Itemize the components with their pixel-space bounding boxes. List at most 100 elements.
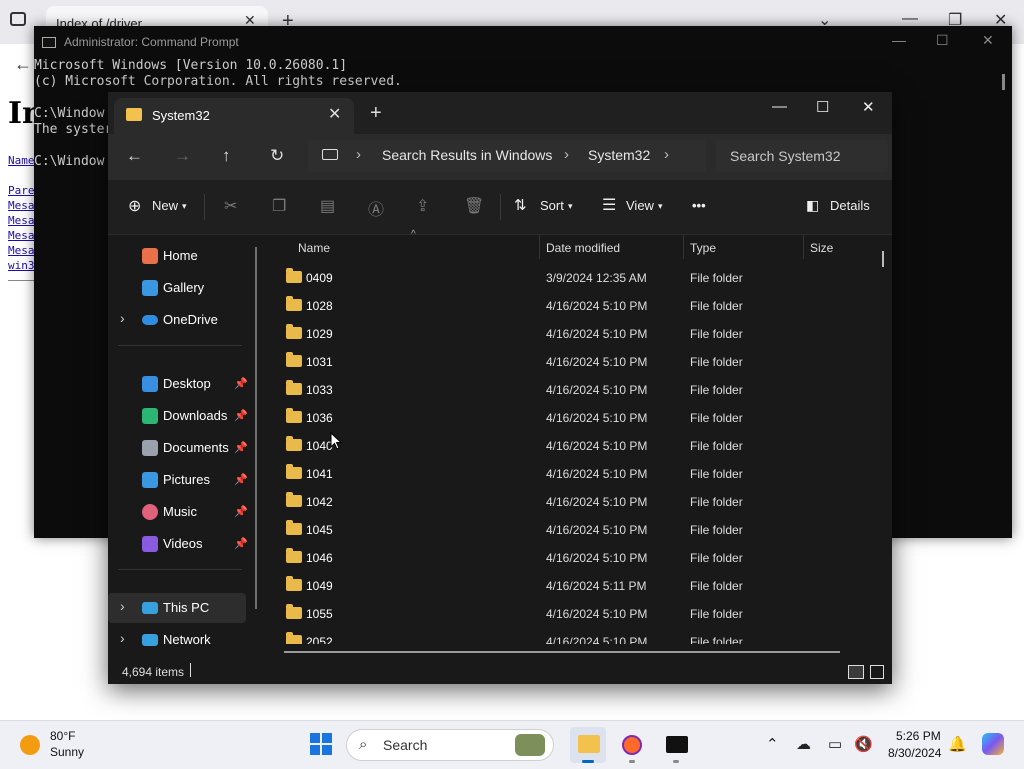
page-link[interactable]: Mesa [8,214,35,227]
pin-icon[interactable]: 📌 [234,537,248,550]
table-row[interactable]: 1028 4/16/2024 5:10 PM File folder [276,292,866,320]
pin-icon[interactable]: 📌 [234,505,248,518]
chevron-right-icon[interactable]: › [120,598,125,614]
horizontal-scrollbar[interactable] [284,651,840,653]
tab-list-icon[interactable] [10,12,26,26]
table-row[interactable]: 1049 4/16/2024 5:11 PM File folder [276,572,866,600]
sidebar-item-downloads[interactable]: Downloads 📌 [108,401,248,431]
breadcrumb[interactable]: System32 [588,147,650,163]
column-divider[interactable] [539,235,540,259]
chevron-right-icon[interactable]: › [120,630,125,646]
sidebar-item-videos[interactable]: Videos 📌 [108,529,248,559]
table-row[interactable]: 1041 4/16/2024 5:10 PM File folder [276,460,866,488]
chevron-right-icon[interactable]: › [564,146,569,163]
scrollbar[interactable] [1002,74,1005,90]
page-link[interactable]: Mesa [8,229,35,242]
table-row[interactable]: 1046 4/16/2024 5:10 PM File folder [276,544,866,572]
paste-icon[interactable]: ▤ [320,196,335,216]
close-button[interactable]: ✕ [862,98,875,116]
column-divider[interactable] [683,235,684,259]
chevron-right-icon[interactable]: › [664,146,669,163]
address-bar[interactable]: › Search Results in Windows › System32 › [308,140,706,172]
table-row[interactable]: 1045 4/16/2024 5:10 PM File folder [276,516,866,544]
start-button[interactable] [310,733,332,755]
close-button[interactable]: ✕ [982,32,994,49]
share-icon[interactable]: ⇪ [416,196,429,216]
sun-icon[interactable] [20,735,40,755]
speaker-muted-icon[interactable]: 🔇 [854,735,873,753]
table-row[interactable]: 1042 4/16/2024 5:10 PM File folder [276,488,866,516]
clock-date[interactable]: 8/30/2024 [888,746,941,760]
file-explorer-window[interactable]: System32 ✕ + — ☐ ✕ ← → ↑ ↻ › Search Resu… [108,92,892,684]
weather-temperature[interactable]: 80°F [50,729,75,743]
pin-icon[interactable]: 📌 [234,409,248,422]
details-button[interactable]: Details [830,198,870,213]
taskbar-firefox[interactable] [614,727,650,763]
copy-icon[interactable]: ❐ [272,196,286,216]
sidebar-item-onedrive[interactable]: › OneDrive [108,305,246,335]
page-link[interactable]: Mesa [8,244,35,257]
vertical-scrollbar[interactable] [882,251,884,267]
maximize-button[interactable]: ☐ [936,32,949,49]
up-button[interactable]: ↑ [222,146,231,166]
weather-condition[interactable]: Sunny [50,745,84,759]
search-input[interactable]: Search System32 [716,140,888,172]
cut-icon[interactable]: ✂ [224,196,237,216]
sort-button[interactable]: Sort [540,198,564,213]
maximize-button[interactable]: ☐ [816,98,829,116]
view-button[interactable]: View [626,198,654,213]
details-view-icon[interactable] [848,665,864,679]
sidebar-item-network[interactable]: › Network [108,625,246,655]
table-row[interactable]: 1029 4/16/2024 5:10 PM File folder [276,320,866,348]
taskbar-file-explorer[interactable] [570,727,606,763]
copilot-icon[interactable] [982,733,1004,755]
page-link[interactable]: Name [8,154,35,167]
pin-icon[interactable]: 📌 [234,441,248,454]
breadcrumb[interactable]: Search Results in Windows [382,147,552,163]
close-icon[interactable]: ✕ [328,104,341,124]
table-row[interactable]: 0409 3/9/2024 12:35 AM File folder [276,264,866,292]
sidebar-item-gallery[interactable]: Gallery [108,273,246,303]
table-row[interactable]: 1031 4/16/2024 5:10 PM File folder [276,348,866,376]
chevron-right-icon[interactable]: › [120,310,125,326]
new-button[interactable]: New [152,198,178,213]
chevron-right-icon[interactable]: › [356,146,361,163]
sidebar-item-home[interactable]: Home [108,241,246,271]
display-icon[interactable]: ▭ [828,735,842,753]
back-button[interactable]: ← [126,146,143,166]
taskbar-search[interactable]: ⌕ Search [346,729,554,761]
sidebar-item-music[interactable]: Music 📌 [108,497,248,527]
clock-time[interactable]: 5:26 PM [896,729,941,743]
table-row[interactable]: 1040 4/16/2024 5:10 PM File folder [276,432,866,460]
sidebar-item-documents[interactable]: Documents 📌 [108,433,248,463]
sidebar-item-desktop[interactable]: Desktop 📌 [108,369,248,399]
table-row[interactable]: 2052 4/16/2024 5:10 PM File folder [276,628,866,644]
more-options-button[interactable]: ••• [692,198,706,213]
minimize-button[interactable]: — [772,98,787,115]
sidebar-item-pictures[interactable]: Pictures 📌 [108,465,248,495]
table-row[interactable]: 1055 4/16/2024 5:10 PM File folder [276,600,866,628]
pin-icon[interactable]: 📌 [234,473,248,486]
chevron-up-icon[interactable]: ⌃ [766,735,779,753]
tiles-view-icon[interactable] [870,665,884,679]
column-header-date[interactable]: Date modified [546,241,620,255]
minimize-button[interactable]: — [892,32,906,48]
table-row[interactable]: 1033 4/16/2024 5:10 PM File folder [276,376,866,404]
column-header-size[interactable]: Size [810,241,833,255]
refresh-button[interactable]: ↻ [270,146,284,166]
page-link[interactable]: win3 [8,259,35,272]
explorer-tab[interactable]: System32 ✕ [114,98,354,134]
rename-icon[interactable]: Ⓐ [368,196,384,220]
pin-icon[interactable]: 📌 [234,377,248,390]
column-divider[interactable] [803,235,804,259]
table-row[interactable]: 1036 4/16/2024 5:10 PM File folder [276,404,866,432]
page-link[interactable]: Pare [8,184,35,197]
cloud-offline-icon[interactable]: ☁ [796,735,811,753]
sidebar-item-this-pc[interactable]: › This PC [108,593,246,623]
delete-icon[interactable]: 🗑 [464,196,484,216]
column-header-name[interactable]: Name [298,241,330,255]
notification-bell-icon[interactable]: 🔔 [948,735,967,753]
new-tab-button[interactable]: + [370,102,382,125]
column-header-type[interactable]: Type [690,241,716,255]
page-link[interactable]: Mesa [8,199,35,212]
